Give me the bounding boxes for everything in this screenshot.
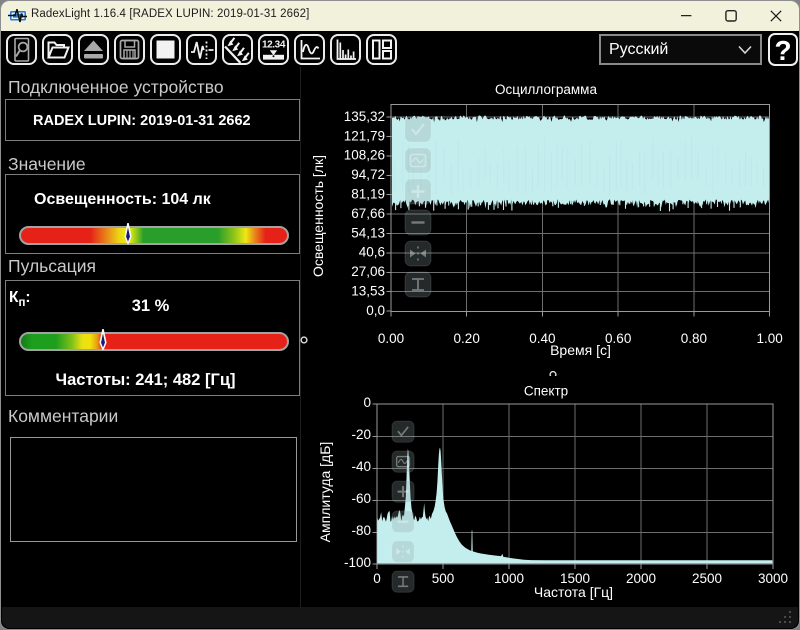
svg-text:13,53: 13,53 [351,284,385,299]
svg-text:Время [с]: Время [с] [550,342,611,358]
svg-text:-20: -20 [351,427,371,442]
svg-text:500: 500 [432,571,455,586]
svg-text:40,6: 40,6 [359,245,385,260]
svg-text:135,32: 135,32 [344,109,385,124]
svg-text:2000: 2000 [626,571,656,586]
svg-text:81,19: 81,19 [351,187,385,202]
svg-text:Освещенность [лк]: Освещенность [лк] [310,155,326,277]
svg-text:0,0: 0,0 [366,303,385,318]
svg-text:2500: 2500 [692,571,722,586]
svg-text:0.20: 0.20 [454,331,480,346]
svg-text:-40: -40 [351,459,371,474]
svg-text:108,26: 108,26 [344,148,385,163]
svg-text:121,79: 121,79 [344,128,385,143]
svg-text:0: 0 [363,395,371,410]
svg-text:Осциллограмма: Осциллограмма [495,82,597,97]
svg-text:67,66: 67,66 [351,206,385,221]
svg-text:1.00: 1.00 [756,331,782,346]
svg-text:3000: 3000 [758,571,788,586]
svg-text:94,72: 94,72 [351,167,385,182]
svg-text:54,13: 54,13 [351,225,385,240]
svg-text:1000: 1000 [494,571,524,586]
svg-text:Амплитуда [дБ]: Амплитуда [дБ] [317,442,333,543]
svg-text:27,06: 27,06 [351,264,385,279]
svg-text:-80: -80 [351,523,371,538]
svg-text:-100: -100 [344,555,371,570]
svg-text:0.00: 0.00 [378,331,404,346]
svg-text:Спектр: Спектр [524,384,568,399]
svg-text:0: 0 [373,571,381,586]
svg-text:0.80: 0.80 [681,331,707,346]
svg-text:Частота [Гц]: Частота [Гц] [534,584,613,600]
svg-text:12.34: 12.34 [262,40,286,51]
svg-text:-60: -60 [351,491,371,506]
